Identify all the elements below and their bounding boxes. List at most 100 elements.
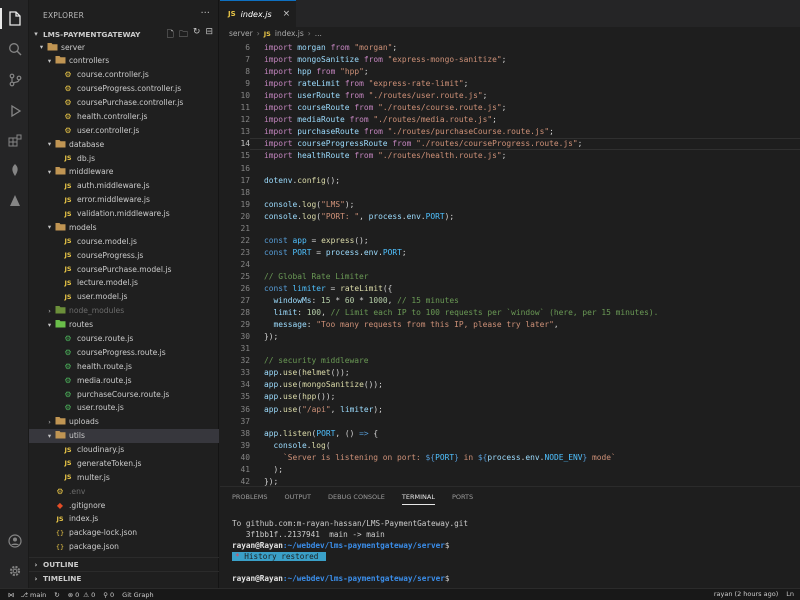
tree-file[interactable]: JS validation.middleware.js (29, 207, 219, 221)
warnings-count[interactable]: 0 (91, 591, 95, 599)
panel-tab-problems[interactable]: PROBLEMS (232, 493, 267, 501)
tree-folder[interactable]: › node_modules (29, 304, 219, 318)
tree-file[interactable]: JS cloudinary.js (29, 443, 219, 457)
errors-count[interactable]: 0 (75, 591, 79, 599)
tree-folder[interactable]: › uploads (29, 415, 219, 429)
prompt-user: rayan@Rayan (232, 574, 283, 583)
account-icon[interactable] (6, 532, 23, 549)
tree-file[interactable]: ⚙ coursePurchase.controller.js (29, 96, 219, 110)
tree-file[interactable]: ⚙ courseProgress.route.js (29, 345, 219, 359)
tree-file[interactable]: ⚙ course.route.js (29, 331, 219, 345)
tree-folder[interactable]: ▾ routes (29, 318, 219, 332)
tree-file[interactable]: ⚙ user.controller.js (29, 123, 219, 137)
code-token: hpp (302, 392, 317, 402)
tools-icon[interactable] (6, 192, 23, 209)
tree-file[interactable]: JS auth.middleware.js (29, 179, 219, 193)
extensions-icon[interactable] (6, 132, 23, 149)
panel-tab-debug-console[interactable]: DEBUG CONSOLE (328, 493, 385, 501)
tree-file[interactable]: JS coursePurchase.model.js (29, 262, 219, 276)
line-number: 9 (245, 79, 250, 89)
tree-item-label: coursePurchase.controller.js (77, 98, 184, 108)
line-number: 10 (240, 91, 250, 101)
tree-file[interactable]: ⚙ courseProgress.controller.js (29, 82, 219, 96)
tree-folder[interactable]: ▾ utils (29, 428, 219, 443)
tree-item-label: validation.middleware.js (77, 209, 170, 219)
run-debug-icon[interactable] (6, 102, 23, 119)
ports-count[interactable]: 0 (110, 591, 114, 599)
search-icon[interactable] (6, 40, 23, 57)
more-actions-icon[interactable]: ··· (200, 8, 210, 19)
tree-file[interactable]: ⚙ course.controller.js (29, 68, 219, 82)
code-token: mongoSanitize (297, 55, 360, 65)
tree-file[interactable]: JS courseProgress.js (29, 248, 219, 262)
outline-section-header[interactable]: › OUTLINE (29, 557, 219, 571)
blame-info[interactable]: rayan (2 hours ago) (714, 590, 778, 598)
tree-file[interactable]: ⚙ health.route.js (29, 359, 219, 373)
tree-file[interactable]: ⚙ purchaseCourse.route.js (29, 387, 219, 401)
tree-folder[interactable]: ▾ database (29, 137, 219, 151)
remote-icon[interactable]: ⋈ (8, 591, 15, 599)
javascript-file-icon: JS (64, 459, 72, 468)
tree-file[interactable]: JS index.js (29, 512, 219, 526)
terminal[interactable]: To github.com:m-rayan-hassan/LMS-Payment… (232, 518, 468, 584)
breadcrumb-folder[interactable]: server (229, 29, 253, 38)
tree-file[interactable]: JS multer.js (29, 470, 219, 484)
explorer-icon[interactable] (0, 8, 23, 29)
settings-gear-icon[interactable] (6, 562, 23, 579)
code-token: , (321, 308, 331, 318)
breadcrumb-symbol[interactable]: ... (315, 29, 322, 38)
tree-file[interactable]: {} package.json (29, 540, 219, 554)
tree-file[interactable]: {} package-lock.json (29, 526, 219, 540)
git-graph[interactable]: Git Graph (122, 591, 153, 599)
code-token: ${ (477, 452, 488, 462)
tree-file[interactable]: ⚙ health.controller.js (29, 109, 219, 123)
tree-file[interactable]: JS lecture.model.js (29, 276, 219, 290)
line-number: 37 (240, 416, 250, 426)
tree-folder[interactable]: ▾ models (29, 220, 219, 234)
breadcrumb-file[interactable]: index.js (275, 29, 304, 38)
code-editor[interactable]: 6 import morgan from "morgan"; 7 import mon… (220, 41, 800, 486)
tree-folder[interactable]: ▾ server (29, 40, 219, 54)
tree-item-label: media.route.js (77, 375, 132, 385)
line-number: 31 (240, 344, 250, 354)
line-number: 22 (240, 235, 250, 245)
tree-file[interactable]: ◆ .gitignore (29, 498, 219, 512)
tree-file[interactable]: ⚙ .env (29, 484, 219, 498)
bottom-panel: PROBLEMS OUTPUT DEBUG CONSOLE TERMINAL PORTS… (220, 486, 800, 588)
code-token: env (363, 247, 379, 257)
tree-file[interactable]: JS course.model.js (29, 234, 219, 248)
code-token: app (264, 380, 279, 390)
tree-file[interactable]: ⚙ user.route.js (29, 401, 219, 415)
line-number: 26 (240, 284, 250, 293)
code-token: const (264, 235, 288, 245)
code-token: => (359, 428, 369, 438)
timeline-section-header[interactable]: › TIMELINE (29, 571, 219, 585)
javascript-file-icon: JS (64, 251, 72, 260)
panel-tab-terminal[interactable]: TERMINAL (401, 493, 435, 505)
tab-index-js[interactable]: JS index.js × (220, 0, 296, 27)
sync-icon[interactable]: ↻ (54, 591, 59, 599)
chevron-down-icon: ▾ (47, 223, 52, 232)
code-token: ; (401, 247, 407, 257)
branch-name[interactable]: main (30, 591, 46, 599)
status-bar: ⋈ ⎇ main ↻ ⊗ 0 ⚠ 0 ⚲ 0 Git Graph rayan (… (0, 588, 800, 600)
source-control-icon[interactable] (6, 71, 23, 88)
cursor-position[interactable]: Ln (786, 590, 794, 598)
close-tab-icon[interactable]: × (283, 9, 291, 19)
tree-file[interactable]: JS db.js (29, 151, 219, 165)
code-token: from (330, 43, 350, 52)
tree-file[interactable]: ⚙ media.route.js (29, 373, 219, 387)
tree-folder[interactable]: ▾ middleware (29, 165, 219, 179)
panel-tab-ports[interactable]: PORTS (452, 493, 473, 501)
panel-tab-output[interactable]: OUTPUT (284, 493, 311, 501)
code-token: "morgan" (354, 43, 393, 52)
tree-file[interactable]: JS error.middleware.js (29, 193, 219, 207)
tree-file[interactable]: JS generateToken.js (29, 456, 219, 470)
line-number: 6 (245, 43, 250, 52)
tree-file[interactable]: JS user.model.js (29, 290, 219, 304)
tree-folder[interactable]: ▾ controllers (29, 54, 219, 68)
mongodb-leaf-icon[interactable] (6, 162, 23, 179)
workspace-name: LMS-PAYMENTGATEWAY (43, 29, 141, 39)
workspace-section-header[interactable]: ▾ LMS-PAYMENTGATEWAY 🗋 🗀 ↻ ⊟ (29, 27, 219, 41)
